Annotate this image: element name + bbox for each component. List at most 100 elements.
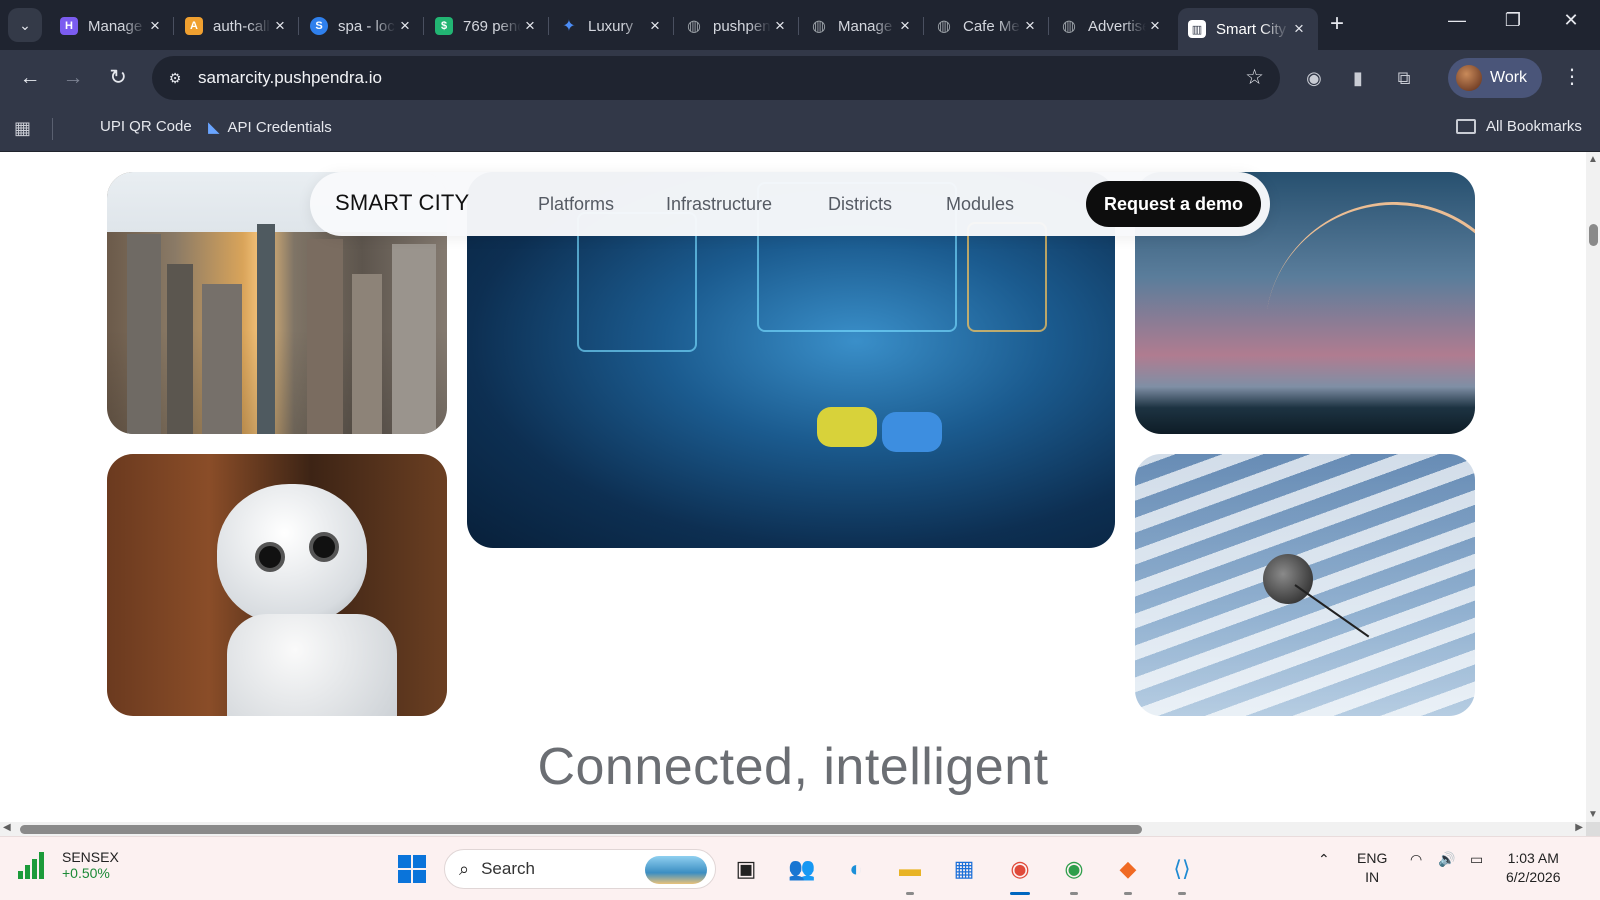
tab-6[interactable]: ◍ pushpendra ×	[675, 8, 799, 44]
tab-10-active[interactable]: ▥ Smart City ×	[1178, 8, 1318, 50]
microsoft-store-icon[interactable]: ▦	[946, 851, 982, 887]
language-indicator[interactable]: ENG IN	[1357, 849, 1387, 887]
brave-icon[interactable]: ◆	[1110, 851, 1146, 895]
teams-icon[interactable]: 👥	[784, 851, 820, 887]
nav-link-infrastructure[interactable]: Infrastructure	[666, 194, 772, 215]
language-code: ENG	[1357, 850, 1388, 866]
tab-2[interactable]: A auth-callback ×	[175, 8, 299, 44]
nav-link-districts[interactable]: Districts	[828, 194, 892, 215]
tab-8[interactable]: ◍ Cafe Menu ×	[925, 8, 1049, 44]
horizontal-scrollbar[interactable]: ◀ ▶	[0, 822, 1586, 836]
close-icon[interactable]: ×	[896, 16, 914, 36]
minimize-button[interactable]: —	[1437, 10, 1477, 31]
tab-7[interactable]: ◍ Manage ×	[800, 8, 924, 44]
horizontal-scroll-thumb[interactable]	[20, 825, 1142, 834]
volume-icon[interactable]: 🔊	[1438, 851, 1455, 868]
chrome-icon[interactable]: ◉	[1056, 851, 1092, 895]
start-button[interactable]	[394, 851, 430, 887]
hero-headline: Connected, intelligent	[537, 738, 1049, 796]
clock-date: 6/2/2026	[1506, 869, 1561, 885]
reading-list-icon[interactable]: ▮	[1344, 64, 1372, 92]
bookmark-star-icon[interactable]: ☆	[1245, 65, 1264, 90]
task-view-icon[interactable]: ▣	[728, 851, 764, 887]
robot-eye	[255, 542, 285, 572]
stock-widget[interactable]: SENSEX +0.50%	[18, 849, 119, 881]
close-icon[interactable]: ×	[1146, 16, 1164, 36]
vertical-scrollbar[interactable]: ▲ ▼	[1586, 152, 1600, 822]
tab-3[interactable]: S spa - localhost ×	[300, 8, 424, 44]
camera-icon[interactable]: ◉	[1300, 64, 1328, 92]
avatar	[1456, 65, 1482, 91]
tab-separator	[298, 17, 299, 35]
scroll-left-icon[interactable]: ◀	[3, 822, 11, 833]
tab-title: Smart City	[1216, 20, 1287, 38]
site-brand-logo[interactable]: SMART CITY	[335, 190, 469, 216]
close-icon: ✕	[1563, 10, 1579, 30]
bookmarks-bar: ▦ UPI QR Code ◣ API Credentials All Book…	[0, 106, 1600, 152]
tab-separator	[673, 17, 674, 35]
new-tab-button[interactable]: +	[1330, 10, 1344, 38]
region-code: IN	[1365, 869, 1380, 885]
tab-title: Manage	[838, 17, 893, 35]
tab-9[interactable]: ◍ Advertise ×	[1050, 8, 1174, 44]
close-icon[interactable]: ×	[771, 16, 789, 36]
tab-title: Manage	[88, 17, 143, 35]
tab-separator	[923, 17, 924, 35]
close-icon[interactable]: ×	[521, 16, 539, 36]
profile-button[interactable]: Work	[1448, 58, 1542, 98]
globe-icon: ◍	[812, 18, 826, 35]
close-icon[interactable]: ×	[646, 16, 664, 36]
bookmarks-divider	[52, 118, 53, 140]
request-demo-button[interactable]: Request a demo	[1086, 181, 1261, 227]
system-clock[interactable]: 1:03 AM 6/2/2026	[1506, 849, 1561, 887]
plus-icon: +	[1330, 10, 1345, 37]
close-icon[interactable]: ×	[1021, 16, 1039, 36]
clock-time: 1:03 AM	[1507, 850, 1559, 866]
extensions-icon[interactable]: ⧉	[1390, 64, 1418, 92]
tab-favicon-icon: A	[185, 17, 203, 35]
nav-link-modules[interactable]: Modules	[946, 194, 1014, 215]
tab-title: Advertise	[1088, 17, 1146, 35]
arrow-left-icon: ←	[19, 66, 41, 89]
scroll-down-icon[interactable]: ▼	[1588, 809, 1598, 820]
restore-button[interactable]: ❐	[1493, 10, 1533, 31]
chevron-up-icon[interactable]: ⌃	[1318, 851, 1330, 868]
taskbar-search[interactable]: ⌕ Search	[444, 849, 716, 889]
globe-icon: ◍	[937, 18, 951, 35]
chrome-work-icon[interactable]: ◉	[1002, 851, 1038, 895]
tab-separator	[548, 17, 549, 35]
forward-button[interactable]: →	[59, 64, 87, 92]
bookmark-api-credentials[interactable]: ◣ API Credentials	[208, 118, 332, 137]
chart-icon: ▥	[1188, 20, 1206, 38]
all-bookmarks-button[interactable]: All Bookmarks	[1456, 118, 1582, 135]
close-window-button[interactable]: ✕	[1551, 10, 1591, 31]
apps-grid-icon[interactable]: ▦	[14, 118, 31, 139]
close-icon[interactable]: ×	[271, 16, 289, 36]
close-icon[interactable]: ×	[1290, 19, 1308, 39]
more-menu-icon[interactable]: ⋮	[1562, 64, 1582, 89]
close-icon[interactable]: ×	[396, 16, 414, 36]
globe-icon: ◍	[687, 18, 701, 35]
tab-separator	[798, 17, 799, 35]
edge-icon[interactable]: ◐	[838, 851, 874, 887]
nav-link-platforms[interactable]: Platforms	[538, 194, 614, 215]
back-button[interactable]: ←	[16, 64, 44, 92]
url-text[interactable]: samarcity.pushpendra.io	[198, 68, 382, 88]
scroll-up-icon[interactable]: ▲	[1588, 154, 1598, 165]
bookmark-upi-qr-code[interactable]: UPI QR Code	[100, 118, 192, 135]
tab-1[interactable]: H Manage ×	[50, 8, 174, 44]
reload-button[interactable]: ↻	[104, 64, 132, 92]
tab-4[interactable]: $ 769 pending ×	[425, 8, 549, 44]
file-explorer-icon[interactable]: ▬	[892, 851, 928, 895]
vertical-scroll-thumb[interactable]	[1589, 224, 1598, 246]
wifi-icon[interactable]: ◠	[1410, 851, 1422, 868]
tab-5[interactable]: ✦ Luxury ×	[550, 8, 674, 44]
scroll-right-icon[interactable]: ▶	[1575, 822, 1583, 833]
tab-search-button[interactable]: ⌄	[8, 8, 42, 42]
vscode-icon[interactable]: ⟨⟩	[1164, 851, 1200, 895]
battery-icon[interactable]: ▭	[1470, 851, 1483, 868]
close-icon[interactable]: ×	[146, 16, 164, 36]
address-bar[interactable]: ⚙ samarcity.pushpendra.io ☆	[152, 56, 1280, 100]
site-info-icon[interactable]: ⚙	[164, 67, 186, 89]
bookmark-label: API Credentials	[227, 118, 332, 136]
